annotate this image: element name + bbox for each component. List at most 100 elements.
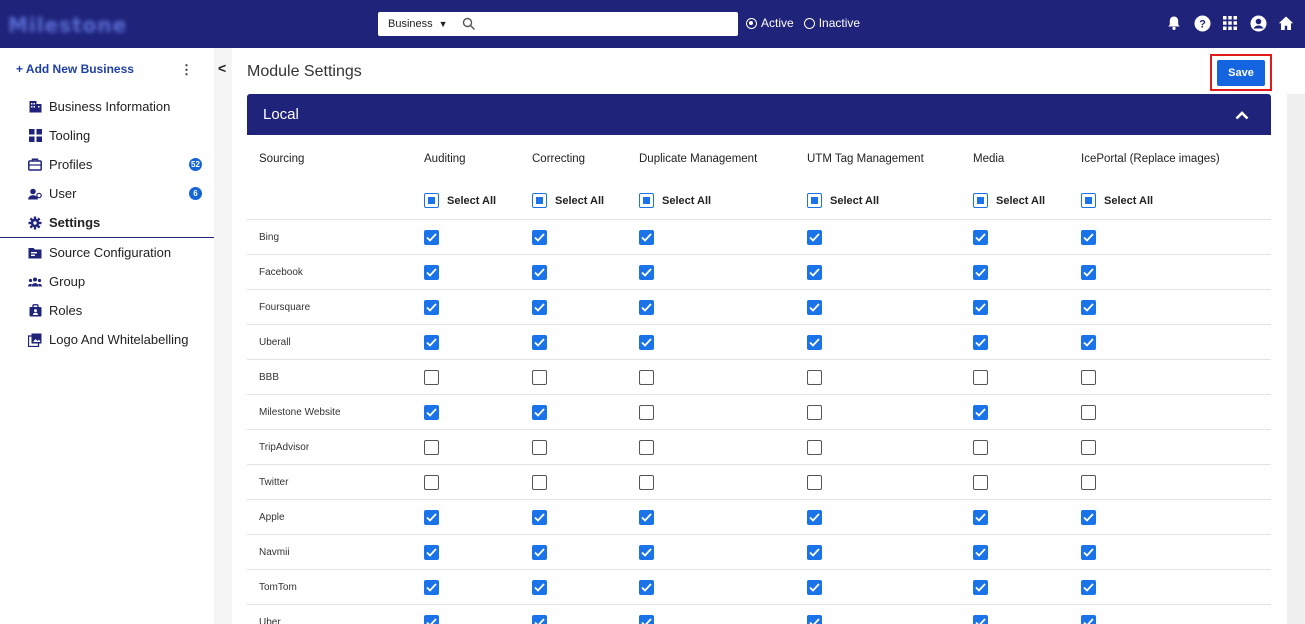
bell-icon[interactable] (1165, 14, 1183, 32)
checkbox-checked[interactable] (973, 299, 988, 315)
checkbox-unchecked[interactable] (424, 439, 439, 455)
checkbox-unchecked[interactable] (807, 404, 822, 420)
checkbox-unchecked[interactable] (639, 474, 654, 490)
select-all-checkbox[interactable] (424, 193, 439, 208)
checkbox-checked[interactable] (973, 404, 988, 420)
select-all-control[interactable]: Select All (973, 182, 1045, 219)
more-options-icon[interactable]: ⋮ (180, 62, 193, 78)
search-icon[interactable] (462, 17, 476, 31)
checkbox-checked[interactable] (973, 544, 988, 560)
checkbox-unchecked[interactable] (424, 474, 439, 490)
checkbox-checked[interactable] (807, 614, 822, 624)
checkbox-unchecked[interactable] (1081, 369, 1096, 385)
radio-active[interactable]: Active (746, 16, 794, 30)
local-section-header[interactable]: Local (247, 94, 1271, 135)
checkbox-checked[interactable] (424, 229, 439, 245)
checkbox-unchecked[interactable] (807, 474, 822, 490)
checkbox-checked[interactable] (532, 334, 547, 350)
checkbox-checked[interactable] (639, 579, 654, 595)
checkbox-checked[interactable] (1081, 544, 1096, 560)
sidebar-item-group[interactable]: Group (28, 267, 214, 296)
checkbox-checked[interactable] (807, 579, 822, 595)
radio-inactive[interactable]: Inactive (803, 16, 860, 30)
apps-grid-icon[interactable] (1221, 14, 1239, 32)
checkbox-unchecked[interactable] (639, 369, 654, 385)
checkbox-checked[interactable] (1081, 509, 1096, 525)
sidebar-item-profiles[interactable]: Profiles 52 (28, 150, 214, 179)
checkbox-unchecked[interactable] (973, 369, 988, 385)
help-icon[interactable]: ? (1193, 14, 1211, 32)
checkbox-checked[interactable] (1081, 614, 1096, 624)
sidebar-item-settings[interactable]: Settings (28, 208, 214, 237)
checkbox-checked[interactable] (532, 614, 547, 624)
checkbox-checked[interactable] (532, 264, 547, 280)
checkbox-checked[interactable] (1081, 579, 1096, 595)
checkbox-checked[interactable] (807, 264, 822, 280)
checkbox-checked[interactable] (424, 614, 439, 624)
checkbox-unchecked[interactable] (424, 369, 439, 385)
checkbox-checked[interactable] (973, 334, 988, 350)
checkbox-unchecked[interactable] (639, 404, 654, 420)
checkbox-unchecked[interactable] (532, 439, 547, 455)
checkbox-checked[interactable] (639, 509, 654, 525)
checkbox-checked[interactable] (424, 334, 439, 350)
checkbox-unchecked[interactable] (639, 439, 654, 455)
page-scrollbar[interactable] (1287, 94, 1305, 624)
checkbox-checked[interactable] (807, 509, 822, 525)
sidebar-item-source-configuration[interactable]: Source Configuration (28, 238, 214, 267)
checkbox-checked[interactable] (973, 229, 988, 245)
select-all-control[interactable]: Select All (639, 182, 711, 219)
checkbox-checked[interactable] (532, 229, 547, 245)
checkbox-unchecked[interactable] (973, 439, 988, 455)
checkbox-checked[interactable] (1081, 264, 1096, 280)
select-all-checkbox[interactable] (532, 193, 547, 208)
checkbox-checked[interactable] (639, 299, 654, 315)
checkbox-checked[interactable] (973, 509, 988, 525)
checkbox-checked[interactable] (639, 544, 654, 560)
select-all-checkbox[interactable] (639, 193, 654, 208)
checkbox-checked[interactable] (532, 299, 547, 315)
checkbox-checked[interactable] (424, 299, 439, 315)
checkbox-checked[interactable] (807, 334, 822, 350)
checkbox-checked[interactable] (424, 579, 439, 595)
checkbox-unchecked[interactable] (532, 369, 547, 385)
select-all-checkbox[interactable] (807, 193, 822, 208)
checkbox-checked[interactable] (807, 544, 822, 560)
sidebar-item-roles[interactable]: Roles (28, 296, 214, 325)
checkbox-checked[interactable] (532, 544, 547, 560)
search-input[interactable] (482, 14, 732, 34)
checkbox-checked[interactable] (532, 579, 547, 595)
sidebar-item-logo-and-whitelabelling[interactable]: Logo And Whitelabelling (28, 325, 214, 354)
select-all-checkbox[interactable] (973, 193, 988, 208)
checkbox-checked[interactable] (424, 404, 439, 420)
checkbox-checked[interactable] (973, 264, 988, 280)
checkbox-checked[interactable] (639, 229, 654, 245)
checkbox-checked[interactable] (424, 264, 439, 280)
brand-logo[interactable]: Milestone (8, 13, 127, 37)
checkbox-checked[interactable] (532, 404, 547, 420)
add-new-business-button[interactable]: + Add New Business (16, 62, 134, 76)
select-all-checkbox[interactable] (1081, 193, 1096, 208)
checkbox-checked[interactable] (1081, 229, 1096, 245)
sidebar-item-tooling[interactable]: Tooling (28, 121, 214, 150)
sidebar-item-business-information[interactable]: Business Information (28, 92, 214, 121)
checkbox-unchecked[interactable] (973, 474, 988, 490)
account-icon[interactable] (1249, 14, 1267, 32)
chevron-up-icon[interactable] (1235, 110, 1249, 120)
checkbox-checked[interactable] (639, 614, 654, 624)
checkbox-unchecked[interactable] (1081, 404, 1096, 420)
select-all-control[interactable]: Select All (1081, 182, 1153, 219)
save-button[interactable]: Save (1217, 60, 1265, 86)
checkbox-unchecked[interactable] (532, 474, 547, 490)
select-all-control[interactable]: Select All (424, 182, 496, 219)
checkbox-checked[interactable] (424, 544, 439, 560)
checkbox-checked[interactable] (973, 614, 988, 624)
checkbox-checked[interactable] (807, 229, 822, 245)
checkbox-checked[interactable] (532, 509, 547, 525)
checkbox-checked[interactable] (639, 334, 654, 350)
checkbox-unchecked[interactable] (1081, 474, 1096, 490)
sidebar-item-user[interactable]: User 6 (28, 179, 214, 208)
checkbox-checked[interactable] (1081, 299, 1096, 315)
checkbox-checked[interactable] (424, 509, 439, 525)
select-all-control[interactable]: Select All (532, 182, 604, 219)
